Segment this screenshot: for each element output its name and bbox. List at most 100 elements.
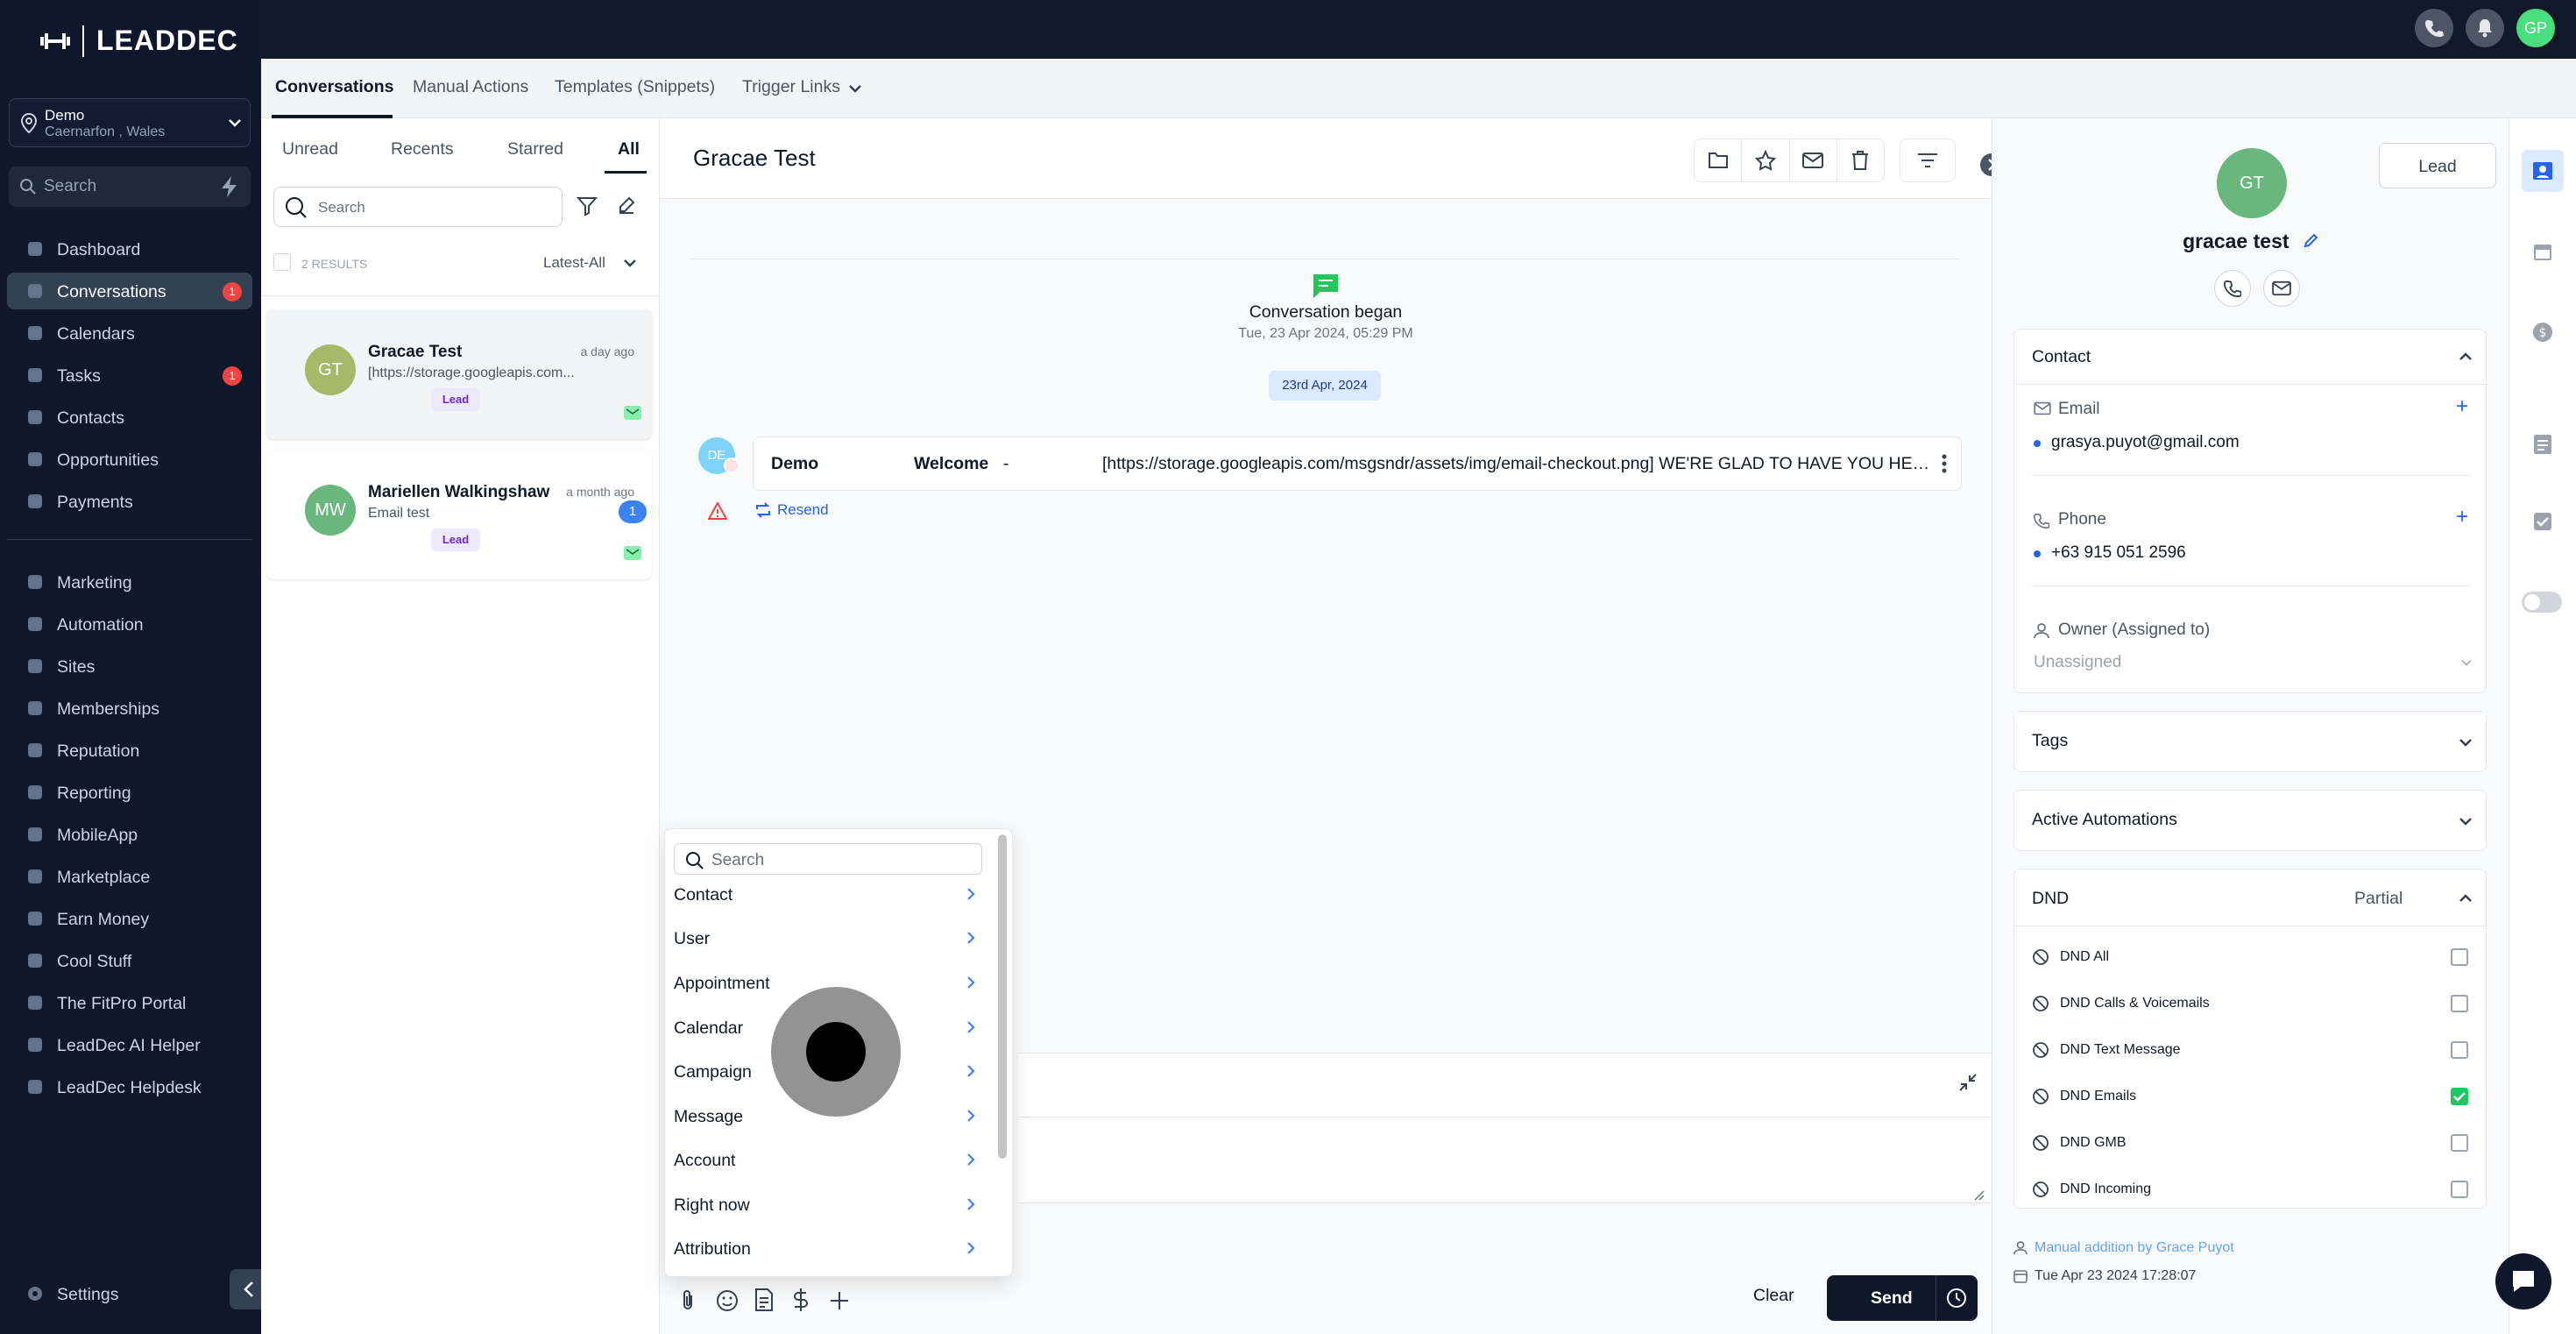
move-folder-button[interactable] [1695,139,1743,181]
select-all-checkbox[interactable] [273,253,291,271]
sidebar-item-leaddec-helpdesk[interactable]: LeadDec Helpdesk [7,1068,252,1105]
paperclip-icon[interactable] [679,1289,697,1312]
chevron-down-icon[interactable] [2461,659,2472,666]
email-value[interactable]: grasya.puyot@gmail.com [2051,433,2240,452]
sidebar-item-tasks[interactable]: Tasks 1 [7,357,252,394]
tab-templates[interactable]: Templates (Snippets) [555,77,715,97]
sidebar-item-conversations[interactable]: Conversations 1 [7,273,252,309]
dnd-checkbox[interactable] [2451,1041,2468,1059]
mark-unread-button[interactable] [1790,139,1837,181]
sidebar-item-earn-money[interactable]: Earn Money [7,900,252,937]
add-phone-button[interactable]: + [2456,505,2468,529]
chevron-down-icon[interactable] [849,84,861,93]
filter-starred[interactable]: Starred [507,139,563,160]
popup-item-contact[interactable]: Contact [674,876,980,912]
send-button[interactable]: Send [1827,1275,1978,1321]
conversation-search-input[interactable]: Search [273,187,563,227]
support-chat-button[interactable] [2495,1253,2551,1309]
chevron-up-icon[interactable] [2459,352,2472,361]
compose-icon[interactable] [616,195,637,216]
phone-value[interactable]: +63 915 051 2596 [2051,543,2186,563]
rail-payments-button[interactable]: $ [2522,311,2564,353]
user-avatar[interactable]: GP [2516,9,2555,47]
popup-item-account[interactable]: Account [674,1142,980,1177]
sidebar-item-memberships[interactable]: Memberships [7,690,252,727]
popup-item-attribution[interactable]: Attribution [674,1231,980,1266]
sidebar-item-settings[interactable]: Settings [7,1275,252,1312]
chat-filter-button[interactable] [1900,138,1956,182]
resend-link[interactable]: Resend [754,501,829,519]
filter-recents[interactable]: Recents [391,139,454,160]
add-email-button[interactable]: + [2456,394,2468,419]
conversation-item[interactable]: MW Mariellen Walkingshaw a month ago Ema… [266,450,652,579]
plus-icon[interactable] [829,1290,850,1311]
lightning-icon[interactable] [219,175,240,198]
sidebar-search[interactable]: Search [9,167,251,207]
tab-manual-actions[interactable]: Manual Actions [413,77,528,97]
star-button[interactable] [1742,139,1790,181]
dnd-icon [2033,949,2049,965]
sidebar-item-payments[interactable]: Payments [7,483,252,520]
sidebar-item-marketing[interactable]: Marketing [7,564,252,600]
template-icon[interactable] [754,1288,774,1311]
dollar-icon[interactable] [793,1288,809,1312]
rail-notes-button[interactable] [2522,423,2564,465]
popup-item-right-now[interactable]: Right now [674,1187,980,1222]
sidebar-item-cool-stuff[interactable]: Cool Stuff [7,942,252,979]
sidebar-item-mobileapp[interactable]: MobileApp [7,816,252,853]
rail-contact-button[interactable] [2522,150,2564,192]
sidebar-item-automation[interactable]: Automation [7,606,252,642]
automations-section[interactable]: Active Automations [2013,790,2487,851]
message-bubble[interactable]: Demo Welcome - [https://storage.googleap… [753,436,1962,491]
rail-tasks-button[interactable] [2522,500,2564,543]
sidebar-item-calendars[interactable]: Calendars [7,315,252,351]
emoji-icon[interactable] [716,1289,739,1312]
filter-icon[interactable] [577,195,598,216]
popup-search-input[interactable]: Search [674,843,982,875]
owner-select[interactable]: Unassigned [2034,653,2121,672]
location-switcher[interactable]: Demo Caernarfon , Wales [9,98,251,147]
filter-unread[interactable]: Unread [282,139,338,160]
sidebar-item-contacts[interactable]: Contacts [7,399,252,436]
sidebar-item-sites[interactable]: Sites [7,648,252,685]
sidebar-item-leaddec-ai-helper[interactable]: LeadDec AI Helper [7,1026,252,1063]
resize-handle-icon[interactable] [1972,1189,1985,1201]
dnd-checkbox[interactable] [2451,1134,2468,1152]
phone-button[interactable] [2415,9,2453,47]
call-contact-button[interactable] [2214,270,2251,307]
tags-section[interactable]: Tags [2013,711,2487,772]
chevron-up-icon[interactable] [2459,894,2472,903]
conversation-item[interactable]: GT Gracae Test a day ago [https://storag… [266,309,652,439]
schedule-clock-icon[interactable] [1946,1288,1967,1309]
collapse-icon[interactable] [1958,1073,1978,1092]
sidebar-item-reporting[interactable]: Reporting [7,774,252,811]
sidebar-item-opportunities[interactable]: Opportunities [7,441,252,478]
popup-item-user[interactable]: User [674,920,980,955]
dnd-checkbox[interactable] [2451,1088,2468,1105]
edit-pencil-icon[interactable] [2304,232,2319,248]
sort-select[interactable]: Latest-All [543,254,605,272]
sidebar-item-the-fitpro-portal[interactable]: The FitPro Portal [7,984,252,1021]
dnd-checkbox[interactable] [2451,1181,2468,1198]
dnd-checkbox[interactable] [2451,995,2468,1012]
email-contact-button[interactable] [2263,270,2300,307]
chevron-down-icon[interactable] [624,259,636,267]
message-composer[interactable] [1019,1053,1993,1203]
sidebar-item-reputation[interactable]: Reputation [7,732,252,769]
brand-logo[interactable]: LEADDEC [40,25,238,57]
lead-button[interactable]: Lead [2379,143,2496,188]
dnd-checkbox[interactable] [2451,948,2468,966]
rail-calendar-button[interactable] [2522,231,2564,273]
delete-button[interactable] [1837,139,1884,181]
rail-toggle[interactable] [2522,592,2562,613]
filter-all[interactable]: All [618,139,640,160]
tab-conversations[interactable]: Conversations [275,77,393,97]
clear-button[interactable]: Clear [1753,1286,1794,1306]
more-vertical-icon[interactable] [1942,454,1947,473]
tab-trigger-links[interactable]: Trigger Links [742,77,840,97]
notifications-button[interactable] [2466,9,2504,47]
email-error-icon [724,458,740,473]
sidebar-item-dashboard[interactable]: Dashboard [7,231,252,267]
sidebar-item-marketplace[interactable]: Marketplace [7,858,252,895]
popup-scrollbar[interactable] [998,834,1007,1159]
